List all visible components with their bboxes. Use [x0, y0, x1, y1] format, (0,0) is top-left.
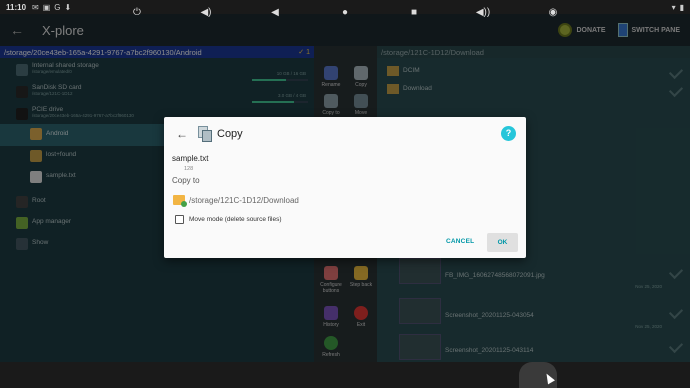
home-icon[interactable]: ● [337, 7, 353, 18]
volume-down-icon[interactable]: ◀) [198, 7, 214, 18]
download-icon: ⬇ [64, 2, 72, 12]
notification-icon: ▣ [42, 2, 51, 12]
navigation-bar [0, 362, 690, 388]
copy-dialog: ← Copy ? sample.txt 128 Copy to /storage… [164, 117, 526, 258]
source-file-name: sample.txt [172, 154, 209, 163]
destination-folder-icon [173, 195, 187, 207]
screenshot-icon[interactable]: ◉ [545, 7, 561, 18]
help-icon[interactable]: ? [501, 126, 516, 141]
ok-button[interactable]: OK [487, 233, 518, 252]
google-icon: G [54, 2, 61, 12]
cancel-button[interactable]: CANCEL [446, 238, 474, 245]
move-mode-checkbox[interactable] [175, 215, 184, 224]
destination-path[interactable]: /storage/121C-1D12/Download [189, 196, 299, 205]
recents-icon[interactable]: ■ [406, 7, 422, 18]
copy-to-label: Copy to [172, 176, 200, 185]
mail-icon: ✉ [32, 2, 39, 12]
back-icon[interactable]: ◀ [267, 7, 283, 18]
dialog-title: Copy [217, 128, 243, 140]
status-time: 11:10 [6, 2, 27, 12]
status-icons: ✉ ▣ G ⬇ [32, 3, 71, 12]
move-mode-label[interactable]: Move mode (delete source files) [189, 216, 282, 223]
volume-up-icon[interactable]: ◀)) [475, 7, 491, 18]
dialog-back-icon[interactable]: ← [176, 127, 188, 141]
battery-icon: ▮ [679, 2, 684, 12]
source-file-size: 128 [184, 166, 194, 172]
copy-icon [198, 126, 212, 142]
wifi-icon: ▾ [671, 2, 676, 12]
power-icon[interactable]: ⏻ [129, 7, 145, 18]
